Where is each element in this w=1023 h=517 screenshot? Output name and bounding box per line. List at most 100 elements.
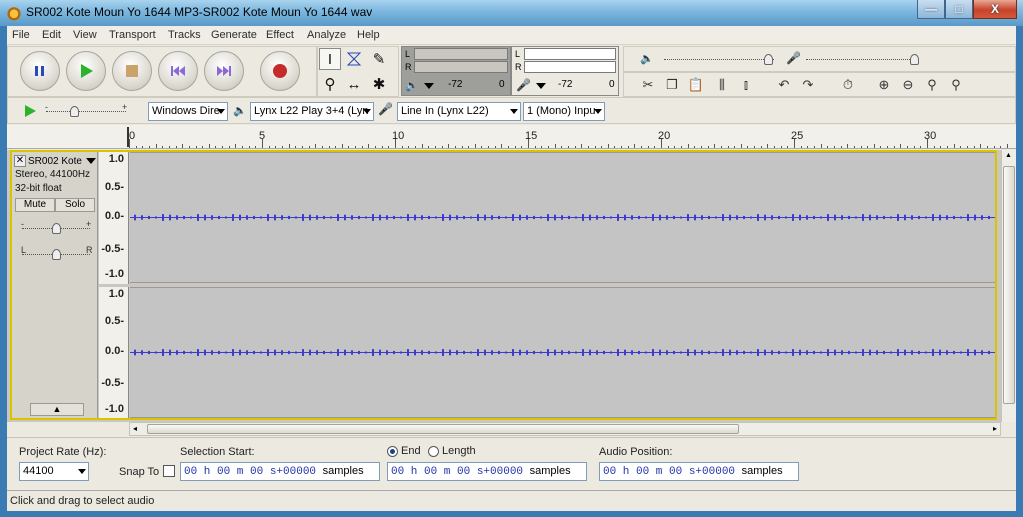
waveform-sample <box>512 349 514 356</box>
selection-tool[interactable]: I <box>319 48 341 70</box>
maximize-button[interactable]: □ <box>945 0 973 19</box>
output-device-select[interactable]: Lynx L22 Play 3+4 (Lyn <box>250 102 374 121</box>
ruler-minor-tick <box>940 146 942 148</box>
menu-help[interactable]: Help <box>357 29 380 41</box>
channel-1-waveform-trace <box>134 214 990 221</box>
mute-button[interactable]: Mute <box>15 198 55 212</box>
waveform-sample <box>771 350 773 355</box>
audio-position-time[interactable]: 00 h 00 m 00 s+00000 samples <box>599 462 799 481</box>
waveform-sample <box>743 350 745 355</box>
waveform-sample <box>498 350 500 355</box>
playback-meter[interactable]: L R 🔈 -72 0 <box>401 46 511 96</box>
play-at-speed-button[interactable] <box>20 101 40 121</box>
stop-button[interactable] <box>112 51 152 91</box>
menu-transport[interactable]: Transport <box>109 29 156 41</box>
play-speed-slider[interactable]: - + <box>45 102 127 119</box>
waveform-sample <box>225 351 227 354</box>
pause-button[interactable] <box>20 51 60 91</box>
play-button[interactable] <box>66 51 106 91</box>
horizontal-scrollbar[interactable]: ◂ ▸ <box>129 422 1001 436</box>
solo-button[interactable]: Solo <box>55 198 95 212</box>
time-shift-tool[interactable]: ↔ <box>343 73 365 95</box>
ruler-minor-tick <box>993 146 995 148</box>
scroll-right-icon[interactable]: ▸ <box>993 424 997 433</box>
gain-slider[interactable]: - + <box>21 219 91 236</box>
output-volume-slider[interactable] <box>664 53 774 67</box>
playhead-marker[interactable] <box>127 127 129 147</box>
record-meter-dropdown-icon[interactable] <box>536 83 546 89</box>
waveform-sample <box>260 351 262 354</box>
menu-effect[interactable]: Effect <box>266 29 294 41</box>
waveform-sample <box>379 214 381 221</box>
sync-lock-button[interactable]: ⏱ <box>838 75 858 95</box>
menu-file[interactable]: File <box>12 29 30 41</box>
scroll-up-icon[interactable]: ▲ <box>1005 152 1012 159</box>
zoom-tool[interactable]: ⚲ <box>319 73 341 95</box>
channel-1-waveform[interactable] <box>130 152 995 283</box>
waveform-sample <box>834 349 836 356</box>
cut-button[interactable]: ✂ <box>638 75 658 95</box>
pan-slider[interactable]: L R <box>21 245 93 262</box>
waveform-sample <box>841 215 843 220</box>
fit-project-button[interactable]: ⚲ <box>946 75 966 95</box>
ruler-tick <box>687 144 689 148</box>
waveform-sample <box>617 214 619 221</box>
menu-analyze[interactable]: Analyze <box>307 29 346 41</box>
redo-button[interactable]: ↷ <box>798 75 818 95</box>
vertical-scroll-thumb[interactable] <box>1003 166 1015 404</box>
waveform-sample <box>925 216 927 219</box>
project-rate-select[interactable]: 44100 <box>19 462 89 481</box>
input-volume-slider[interactable] <box>806 53 919 67</box>
selection-start-time[interactable]: 00 h 00 m 00 s+00000 samples <box>180 462 380 481</box>
ruler-minor-tick <box>534 146 536 148</box>
multi-tool[interactable]: ✱ <box>368 73 390 95</box>
ruler-tick <box>820 144 822 148</box>
audio-track[interactable]: ✕ SR002 Kote Stereo, 44100Hz 32-bit floa… <box>10 150 997 420</box>
selection-end-time[interactable]: 00 h 00 m 00 s+00000 samples <box>387 462 587 481</box>
end-radio[interactable] <box>387 446 398 457</box>
track-name-menu[interactable]: ✕ SR002 Kote <box>14 154 97 168</box>
waveform-sample <box>743 215 745 220</box>
scroll-left-icon[interactable]: ◂ <box>133 424 137 433</box>
close-button[interactable]: X <box>973 0 1017 19</box>
envelope-tool[interactable] <box>343 48 365 70</box>
playback-meter-dropdown-icon[interactable] <box>424 83 434 89</box>
waveform-sample <box>974 349 976 356</box>
timeline-ruler[interactable]: 0 5 10 15 20 25 30 <box>7 125 1016 149</box>
skip-to-end-button[interactable] <box>204 51 244 91</box>
snap-to-checkbox[interactable] <box>163 465 175 477</box>
input-device-select[interactable]: Line In (Lynx L22) <box>397 102 521 121</box>
audio-host-select[interactable]: Windows Dire <box>148 102 228 121</box>
skip-to-start-button[interactable] <box>158 51 198 91</box>
silence-button[interactable]: ⫾ <box>736 75 756 95</box>
track-close-button[interactable]: ✕ <box>14 155 26 167</box>
vertical-scrollbar[interactable]: ▲ <box>1001 150 1016 422</box>
record-meter[interactable]: L R 🎤 -72 0 <box>511 46 619 96</box>
length-radio[interactable] <box>428 446 439 457</box>
trim-button[interactable]: ⫼ <box>712 75 732 95</box>
selection-start-label: Selection Start: <box>180 446 255 458</box>
record-button[interactable] <box>260 51 300 91</box>
track-menu-dropdown-icon[interactable] <box>85 158 96 164</box>
paste-button[interactable]: 📋 <box>686 75 706 95</box>
menu-view[interactable]: View <box>73 29 97 41</box>
menu-generate[interactable]: Generate <box>211 29 257 41</box>
fit-selection-button[interactable]: ⚲ <box>922 75 942 95</box>
ruler-minor-tick <box>946 146 948 148</box>
zoom-out-button[interactable]: ⊖ <box>898 75 918 95</box>
ruler-minor-tick <box>215 146 217 148</box>
zoom-in-button[interactable]: ⊕ <box>874 75 894 95</box>
draw-tool[interactable]: ✎ <box>368 48 390 70</box>
waveform-sample <box>729 349 731 356</box>
minimize-button[interactable]: — <box>917 0 945 19</box>
input-channels-select[interactable]: 1 (Mono) Inpu <box>523 102 605 121</box>
menu-edit[interactable]: Edit <box>42 29 61 41</box>
channel-2-waveform[interactable] <box>130 287 995 418</box>
copy-button[interactable]: ❐ <box>662 75 682 95</box>
ruler-minor-tick <box>986 146 988 148</box>
collapse-track-button[interactable]: ▲ <box>30 403 84 416</box>
menu-tracks[interactable]: Tracks <box>168 29 201 41</box>
undo-button[interactable]: ↶ <box>774 75 794 95</box>
waveform-sample <box>582 349 584 356</box>
horizontal-scroll-thumb[interactable] <box>147 424 739 434</box>
